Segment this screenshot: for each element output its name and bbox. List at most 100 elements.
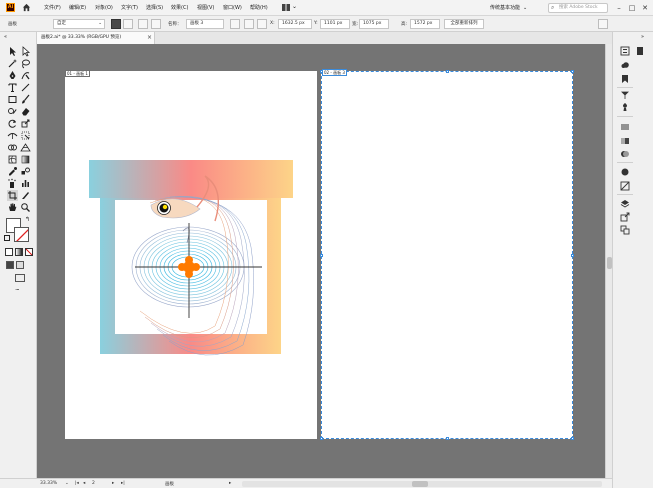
prev-artboard-icon[interactable]: ◂ bbox=[83, 481, 85, 486]
workspace-switcher[interactable]: 传统基本功能 ⌄ bbox=[490, 3, 542, 13]
panel-menu-button[interactable] bbox=[598, 19, 608, 29]
resize-handle-bl[interactable] bbox=[320, 437, 323, 440]
artboard-1-label[interactable]: 01 - 画板 1 bbox=[65, 70, 90, 77]
horizontal-scroll-thumb[interactable] bbox=[412, 481, 428, 487]
first-artboard-icon[interactable]: |◂ bbox=[75, 481, 79, 486]
landscape-button[interactable] bbox=[123, 19, 133, 29]
pen-tool[interactable] bbox=[7, 70, 18, 81]
resize-handle-tr[interactable] bbox=[571, 70, 574, 73]
maximize-button[interactable]: □ bbox=[627, 3, 637, 13]
width-field[interactable]: 1075 px bbox=[359, 19, 389, 29]
minimize-button[interactable]: – bbox=[614, 3, 624, 13]
menu-view[interactable]: 视图(V) bbox=[197, 4, 214, 11]
x-field[interactable]: 1632.5 px bbox=[278, 19, 312, 29]
height-field[interactable]: 1572 px bbox=[410, 19, 440, 29]
draw-mode-button[interactable] bbox=[6, 261, 14, 269]
lasso-tool[interactable] bbox=[20, 58, 31, 69]
stock-search-input[interactable]: ⌕ 搜索 Adobe Stock bbox=[548, 3, 608, 13]
stroke-swatch[interactable] bbox=[14, 227, 29, 242]
brushes-panel-button[interactable] bbox=[620, 90, 630, 100]
y-field[interactable]: 1101 px bbox=[320, 19, 350, 29]
direct-selection-tool[interactable] bbox=[20, 46, 31, 57]
rearrange-all-button[interactable]: 全部重新排列 bbox=[444, 19, 484, 29]
zoom-level[interactable]: 33.33% bbox=[40, 481, 57, 486]
chevron-down-icon[interactable]: ⌄ bbox=[292, 3, 297, 10]
symbol-sprayer-tool[interactable] bbox=[7, 178, 18, 189]
type-tool[interactable] bbox=[7, 82, 18, 93]
artboard-name-field[interactable]: 画板 3 bbox=[186, 19, 224, 29]
rectangle-tool[interactable] bbox=[7, 94, 18, 105]
screen-mode-button[interactable] bbox=[15, 274, 25, 282]
resize-handle-bc[interactable] bbox=[446, 437, 449, 440]
magic-wand-tool[interactable] bbox=[7, 58, 18, 69]
rotate-tool[interactable] bbox=[7, 118, 18, 129]
cc-libraries-button[interactable] bbox=[620, 60, 630, 70]
new-artboard-button[interactable] bbox=[138, 19, 148, 29]
chevron-right-icon[interactable]: ▸ bbox=[229, 481, 231, 486]
default-fill-stroke-icon[interactable] bbox=[4, 235, 10, 241]
artboard-2-label[interactable]: 02 - 画板 3 bbox=[322, 69, 347, 76]
gradient-panel-button[interactable] bbox=[620, 136, 630, 146]
shape-builder-tool[interactable] bbox=[7, 142, 18, 153]
menu-object[interactable]: 对象(O) bbox=[95, 4, 113, 11]
artboard-2-selection[interactable] bbox=[321, 71, 573, 439]
artboard-options-button[interactable] bbox=[244, 19, 254, 29]
menu-file[interactable]: 文件(F) bbox=[44, 4, 61, 11]
mesh-tool[interactable] bbox=[7, 154, 18, 165]
canvas[interactable]: 01 - 画板 1 02 - 画板 3 bbox=[37, 44, 605, 478]
appearance-panel-button[interactable] bbox=[620, 167, 630, 177]
hand-tool[interactable] bbox=[7, 202, 18, 213]
properties-panel-button[interactable] bbox=[620, 46, 630, 56]
document-tab[interactable]: 画板2.ai* @ 33.33% (RGB/GPU 预览) × bbox=[37, 32, 155, 44]
move-copy-artwork-button[interactable] bbox=[230, 19, 240, 29]
collapse-icon[interactable]: » bbox=[641, 34, 644, 40]
delete-artboard-button[interactable] bbox=[151, 19, 161, 29]
resize-handle-tl[interactable] bbox=[320, 70, 323, 73]
stroke-panel-button[interactable] bbox=[620, 122, 630, 132]
free-transform-tool[interactable] bbox=[20, 130, 31, 141]
blend-tool[interactable] bbox=[20, 166, 31, 177]
menu-select[interactable]: 选择(S) bbox=[146, 4, 163, 11]
resize-handle-tc[interactable] bbox=[446, 70, 449, 73]
resize-handle-br[interactable] bbox=[571, 437, 574, 440]
resize-handle-ml[interactable] bbox=[320, 254, 323, 257]
menu-effect[interactable]: 效果(C) bbox=[171, 4, 188, 11]
swatches-panel-button[interactable] bbox=[620, 74, 630, 84]
portrait-button[interactable] bbox=[111, 19, 121, 29]
transparency-panel-button[interactable] bbox=[620, 149, 630, 159]
last-artboard-icon[interactable]: ▸| bbox=[121, 481, 125, 486]
artboard-1[interactable] bbox=[65, 71, 317, 439]
home-icon[interactable] bbox=[22, 3, 31, 12]
artboard-tool[interactable] bbox=[7, 190, 18, 201]
column-graph-tool[interactable] bbox=[20, 178, 31, 189]
slice-tool[interactable] bbox=[20, 190, 31, 201]
menu-edit[interactable]: 编辑(E) bbox=[69, 4, 86, 11]
close-icon[interactable]: × bbox=[147, 32, 152, 44]
collapse-icon[interactable]: « bbox=[4, 34, 7, 40]
asset-export-panel-button[interactable] bbox=[620, 212, 630, 222]
paintbrush-tool[interactable] bbox=[20, 94, 31, 105]
close-window-button[interactable]: ✕ bbox=[640, 3, 650, 13]
graphic-styles-panel-button[interactable] bbox=[620, 181, 630, 191]
perspective-grid-tool[interactable] bbox=[20, 142, 31, 153]
chevron-down-icon[interactable]: ⌄ bbox=[65, 481, 69, 486]
eraser-tool[interactable] bbox=[20, 106, 31, 117]
status-mode[interactable]: 画板 bbox=[165, 481, 174, 487]
horizontal-scrollbar[interactable] bbox=[242, 481, 602, 487]
layers-panel-button[interactable] bbox=[620, 199, 630, 209]
shaper-tool[interactable] bbox=[7, 106, 18, 117]
none-mode-button[interactable] bbox=[25, 248, 33, 256]
vertical-scrollbar[interactable] bbox=[605, 44, 612, 478]
reference-point-button[interactable] bbox=[257, 19, 267, 29]
gradient-mode-button[interactable] bbox=[15, 248, 23, 256]
eyedropper-tool[interactable] bbox=[7, 166, 18, 177]
next-artboard-icon[interactable]: ▸ bbox=[112, 481, 114, 486]
draw-behind-button[interactable] bbox=[16, 261, 24, 269]
zoom-tool[interactable] bbox=[20, 202, 31, 213]
symbols-panel-button[interactable] bbox=[620, 102, 630, 112]
menu-help[interactable]: 帮助(H) bbox=[250, 4, 268, 11]
more-tools-icon[interactable]: ··· bbox=[15, 286, 20, 294]
selection-tool[interactable] bbox=[7, 46, 18, 57]
menu-window[interactable]: 窗口(W) bbox=[223, 4, 242, 11]
color-mode-button[interactable] bbox=[5, 248, 13, 256]
